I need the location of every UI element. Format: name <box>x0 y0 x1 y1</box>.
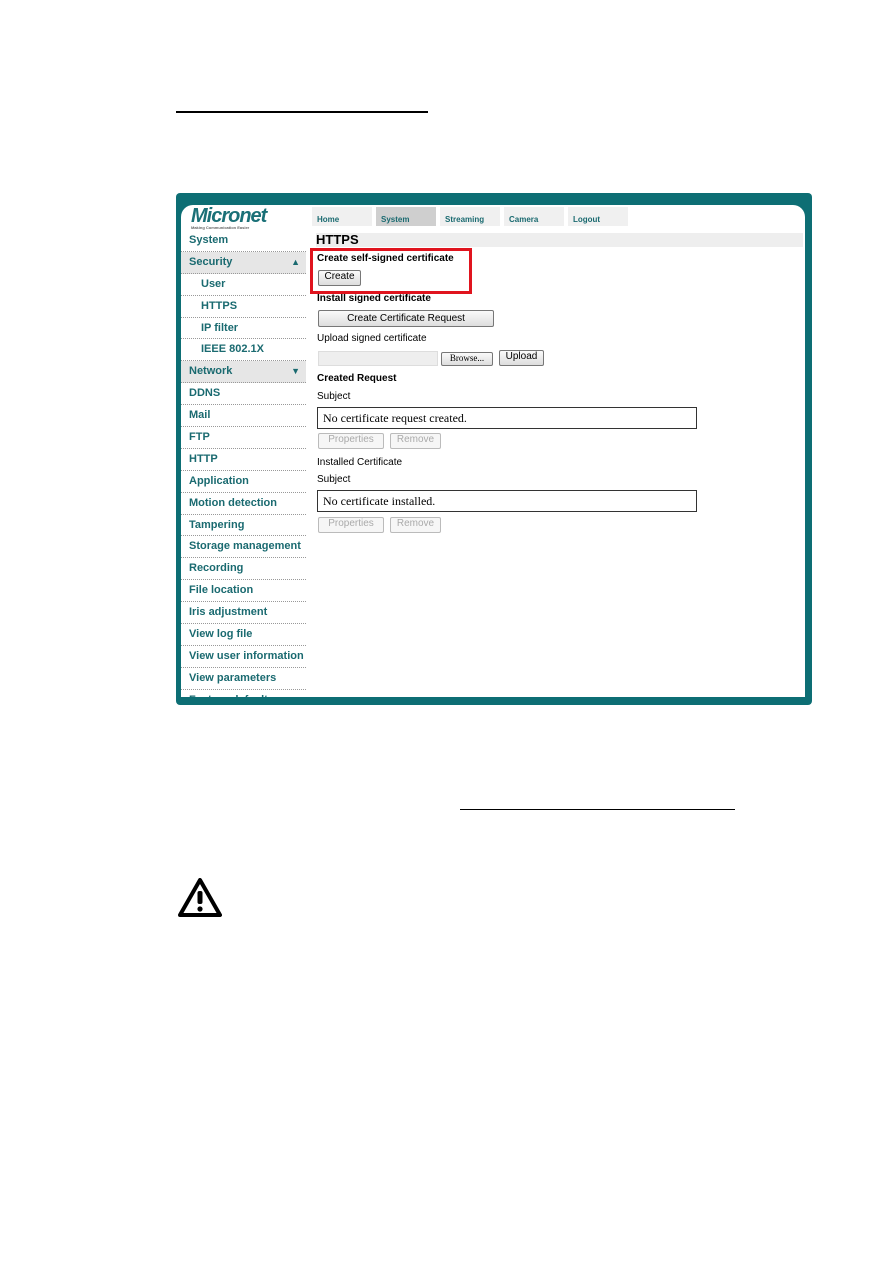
sidebar-item-ieee-802-1x[interactable]: IEEE 802.1X <box>181 339 306 362</box>
highlight-box <box>310 248 472 294</box>
heading-underline <box>176 111 428 113</box>
tab-streaming[interactable]: Streaming <box>440 207 500 226</box>
remove-button[interactable]: Remove <box>390 433 441 449</box>
sidebar-item-view-parameters[interactable]: View parameters <box>181 668 306 690</box>
sidebar-item-label: IEEE 802.1X <box>201 343 264 356</box>
sidebar-item-label: Network <box>189 365 233 378</box>
page-title: HTTPS <box>316 233 803 247</box>
sidebar: System Security ▲ User HTTPS IP filter IEEE 80… <box>181 230 306 697</box>
upload-label: Upload signed certificate <box>317 333 427 344</box>
properties-button[interactable]: Properties <box>318 433 384 449</box>
sidebar-item-label: FTP <box>189 431 210 444</box>
sidebar-item-label: Motion detection <box>189 496 277 509</box>
sidebar-item-label: View parameters <box>189 671 277 684</box>
sidebar-item-label: View user information <box>189 649 304 662</box>
sidebar-item-label: Tampering <box>189 518 245 531</box>
sidebar-item-label: HTTP <box>189 452 218 465</box>
sidebar-item-ftp[interactable]: FTP <box>181 427 306 449</box>
sidebar-item-http[interactable]: HTTP <box>181 449 306 471</box>
sidebar-item-label: Factory default <box>189 694 268 697</box>
warning-icon <box>178 878 222 917</box>
sidebar-item-label: Security <box>189 255 233 268</box>
sidebar-item-label: IP filter <box>201 321 239 334</box>
sidebar-item-factory-default[interactable]: Factory default <box>181 690 306 697</box>
top-nav: Home System Streaming Camera Logout <box>312 207 628 226</box>
sidebar-item-network[interactable]: Network ▼ <box>181 361 306 384</box>
sidebar-item-tampering[interactable]: Tampering <box>181 515 306 537</box>
sidebar-item-storage-management[interactable]: Storage management <box>181 536 306 559</box>
tab-logout[interactable]: Logout <box>568 207 628 226</box>
sidebar-item-file-location[interactable]: File location <box>181 580 306 603</box>
sidebar-item-label: System <box>189 234 229 246</box>
sidebar-item-label: DDNS <box>189 387 221 400</box>
micronet-logo: Micronet Making Communication Easier <box>191 205 267 230</box>
sidebar-item-mail[interactable]: Mail <box>181 405 306 428</box>
sidebar-item-label: Iris adjustment <box>189 606 268 619</box>
sidebar-item-label: HTTPS <box>201 299 238 312</box>
sidebar-item-https[interactable]: HTTPS <box>181 296 306 318</box>
triangle-up-icon[interactable]: ▲ <box>291 252 300 272</box>
remove-button[interactable]: Remove <box>390 517 441 533</box>
triangle-down-icon[interactable]: ▼ <box>291 361 300 381</box>
sidebar-item-application[interactable]: Application <box>181 471 306 493</box>
installed-heading: Installed Certificate <box>317 457 403 468</box>
sidebar-item-view-user-information[interactable]: View user information <box>181 646 306 668</box>
sidebar-item-system[interactable]: System <box>181 230 306 252</box>
install-heading: Install signed certificate <box>317 293 431 304</box>
sidebar-item-label: File location <box>189 584 254 597</box>
tab-home[interactable]: Home <box>312 207 372 226</box>
sidebar-item-label: Recording <box>189 562 244 575</box>
sidebar-item-view-log-file[interactable]: View log file <box>181 624 306 646</box>
sidebar-item-user[interactable]: User <box>181 274 306 296</box>
link-underline <box>460 809 735 810</box>
request-subject-box: No certificate request created. <box>317 407 697 429</box>
properties-button[interactable]: Properties <box>318 517 384 533</box>
tab-system[interactable]: System <box>376 207 436 226</box>
create-request-button[interactable]: Create Certificate Request <box>318 310 494 327</box>
tab-camera[interactable]: Camera <box>504 207 564 226</box>
sidebar-item-motion-detection[interactable]: Motion detection <box>181 493 306 515</box>
sidebar-item-label: View log file <box>189 628 253 641</box>
file-input[interactable] <box>318 351 438 366</box>
sidebar-item-ip-filter[interactable]: IP filter <box>181 318 306 340</box>
sidebar-item-recording[interactable]: Recording <box>181 558 306 581</box>
web-ui-screenshot: Micronet Making Communication Easier Home… <box>176 193 812 705</box>
sidebar-item-label: Mail <box>189 409 211 422</box>
sidebar-item-security[interactable]: Security ▲ <box>181 251 306 274</box>
created-request-heading: Created Request <box>317 373 397 384</box>
main-panel: HTTPS Create self-signed certificate Cre… <box>316 233 803 533</box>
sidebar-item-label: User <box>201 277 226 290</box>
upload-button[interactable]: Upload <box>499 350 544 366</box>
sidebar-item-label: Application <box>189 474 249 487</box>
installed-subject-box: No certificate installed. <box>317 490 697 512</box>
sidebar-item-ddns[interactable]: DDNS <box>181 383 306 406</box>
sidebar-item-iris-adjustment[interactable]: Iris adjustment <box>181 602 306 625</box>
sidebar-item-label: Storage management <box>189 540 301 553</box>
browse-button[interactable]: Browse... <box>441 352 493 366</box>
subject-label: Subject <box>317 391 351 402</box>
subject-label: Subject <box>317 474 351 485</box>
